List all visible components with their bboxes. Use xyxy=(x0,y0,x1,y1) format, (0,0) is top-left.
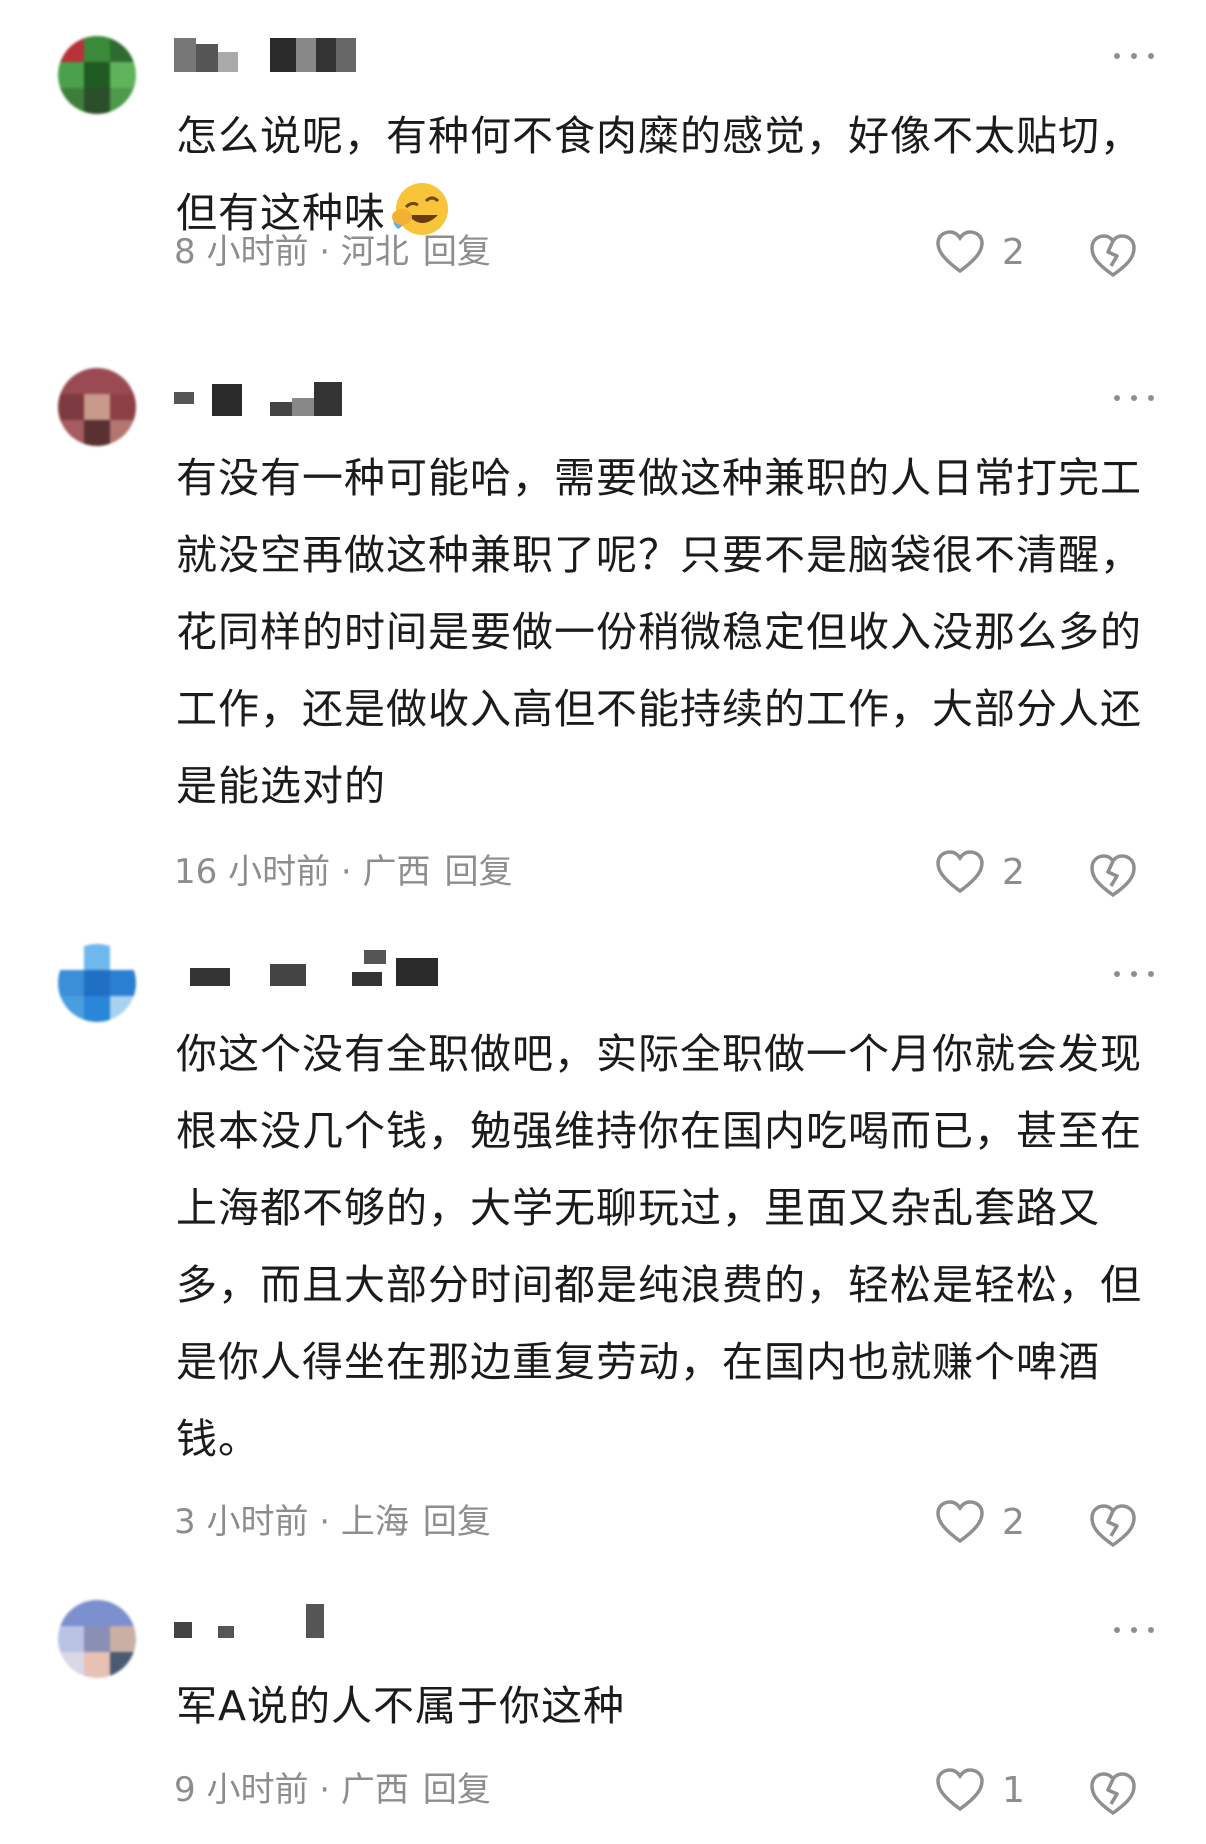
meta-separator: · xyxy=(308,1770,341,1810)
dislike-button-icon[interactable] xyxy=(1088,850,1138,900)
like-count: 2 xyxy=(1002,1501,1025,1543)
comment-location: 广西 xyxy=(362,852,431,892)
dislike-button-icon[interactable] xyxy=(1088,1768,1138,1818)
comment-meta: 8 小时前 · 河北 回复 xyxy=(174,228,491,276)
more-options-button[interactable] xyxy=(1114,964,1154,984)
avatar[interactable] xyxy=(58,36,136,114)
comment-time: 3 小时前 xyxy=(174,1502,309,1542)
like-button[interactable]: 2 xyxy=(936,1498,1025,1546)
comment-meta: 3 小时前 · 上海 回复 xyxy=(174,1498,491,1546)
username-redacted[interactable] xyxy=(174,1604,414,1650)
reply-button[interactable]: 回复 xyxy=(423,232,491,272)
dislike-button-icon[interactable] xyxy=(1088,230,1138,280)
username-redacted[interactable] xyxy=(174,950,438,996)
comment-meta: 16 小时前 · 广西 回复 xyxy=(174,848,513,896)
comment-text: 军A说的人不属于你这种 xyxy=(176,1682,626,1730)
comment-location: 广西 xyxy=(340,1770,409,1810)
comment-text: 你这个没有全职做吧，实际全职做一个月你就会发现根本没几个钱，勉强维持你在国内吃喝… xyxy=(176,1030,1142,1463)
more-options-button[interactable] xyxy=(1114,388,1154,408)
dislike-button-icon[interactable] xyxy=(1088,1500,1138,1550)
meta-separator: · xyxy=(330,852,363,892)
more-options-button[interactable] xyxy=(1114,46,1154,66)
reply-button[interactable]: 回复 xyxy=(423,1502,491,1542)
comment-location: 上海 xyxy=(340,1502,409,1542)
like-button[interactable]: 1 xyxy=(936,1766,1025,1814)
heart-icon xyxy=(936,850,984,894)
like-button[interactable]: 2 xyxy=(936,228,1025,276)
like-button[interactable]: 2 xyxy=(936,848,1025,896)
meta-separator: · xyxy=(308,232,341,272)
more-options-button[interactable] xyxy=(1114,1620,1154,1640)
comment-time: 8 小时前 xyxy=(174,232,309,272)
meta-separator: · xyxy=(308,1502,341,1542)
comment-text: 有没有一种可能哈，需要做这种兼职的人日常打完工就没空再做这种兼职了呢？只要不是脑… xyxy=(176,454,1142,810)
avatar[interactable] xyxy=(58,368,136,446)
username-redacted[interactable] xyxy=(174,38,414,84)
like-count: 1 xyxy=(1002,1769,1025,1811)
heart-icon xyxy=(936,1768,984,1812)
comment-location: 河北 xyxy=(340,232,409,272)
heart-icon xyxy=(936,230,984,274)
comment-time: 16 小时前 xyxy=(174,852,331,892)
username-redacted[interactable] xyxy=(174,382,414,428)
heart-icon xyxy=(936,1500,984,1544)
avatar[interactable] xyxy=(58,944,136,1022)
avatar[interactable] xyxy=(58,1600,136,1678)
comment-time: 9 小时前 xyxy=(174,1770,309,1810)
reply-button[interactable]: 回复 xyxy=(423,1770,491,1810)
like-count: 2 xyxy=(1002,851,1025,893)
comment-meta: 9 小时前 · 广西 回复 xyxy=(174,1766,491,1814)
reply-button[interactable]: 回复 xyxy=(445,852,513,892)
like-count: 2 xyxy=(1002,231,1025,273)
